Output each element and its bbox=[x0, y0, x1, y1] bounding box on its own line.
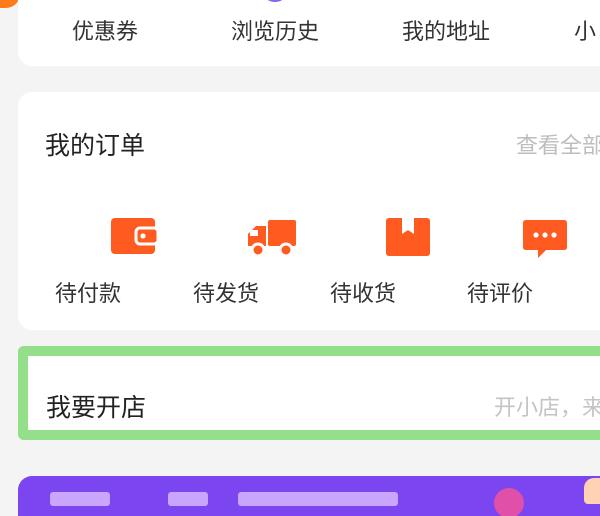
order-label: 待发货 bbox=[192, 282, 259, 307]
open-shop-title: 我要开店 bbox=[46, 393, 147, 422]
order-label: 待评价 bbox=[466, 282, 533, 307]
coupon-icon bbox=[88, 0, 128, 6]
banner-hand-illustration bbox=[584, 478, 600, 504]
view-all-orders-link[interactable]: 查看全部 bbox=[516, 128, 600, 160]
banner-decoration bbox=[494, 488, 524, 516]
promo-banner[interactable] bbox=[18, 476, 600, 516]
package-icon bbox=[386, 218, 430, 256]
open-shop-subtitle: 开小店，来 bbox=[494, 396, 600, 421]
shortcuts-card: 优惠券 浏览历史 我的地址 小 bbox=[18, 0, 600, 66]
orders-card: 我的订单 查看全部 待付款 待发货 待收货 待评价 bbox=[18, 92, 600, 330]
banner-text-stripe bbox=[50, 492, 110, 506]
banner-text-stripe bbox=[168, 492, 208, 506]
comment-icon bbox=[523, 220, 567, 258]
open-shop-card[interactable]: 我要开店 开小店，来 bbox=[18, 346, 600, 440]
orders-title: 我的订单 bbox=[45, 131, 146, 160]
history-icon bbox=[267, 0, 283, 2]
order-label: 待收货 bbox=[329, 282, 396, 307]
truck-icon bbox=[248, 220, 296, 258]
shortcut-label: 浏览历史 bbox=[231, 20, 320, 45]
shortcut-label: 小 bbox=[574, 20, 597, 45]
orange-corner-decoration bbox=[0, 0, 20, 8]
banner-text-stripe bbox=[238, 492, 398, 506]
shortcut-label: 优惠券 bbox=[72, 20, 139, 45]
wallet-icon bbox=[111, 218, 160, 254]
shortcut-label: 我的地址 bbox=[402, 20, 491, 45]
address-icon bbox=[430, 0, 470, 6]
order-label: 待付款 bbox=[54, 282, 121, 307]
